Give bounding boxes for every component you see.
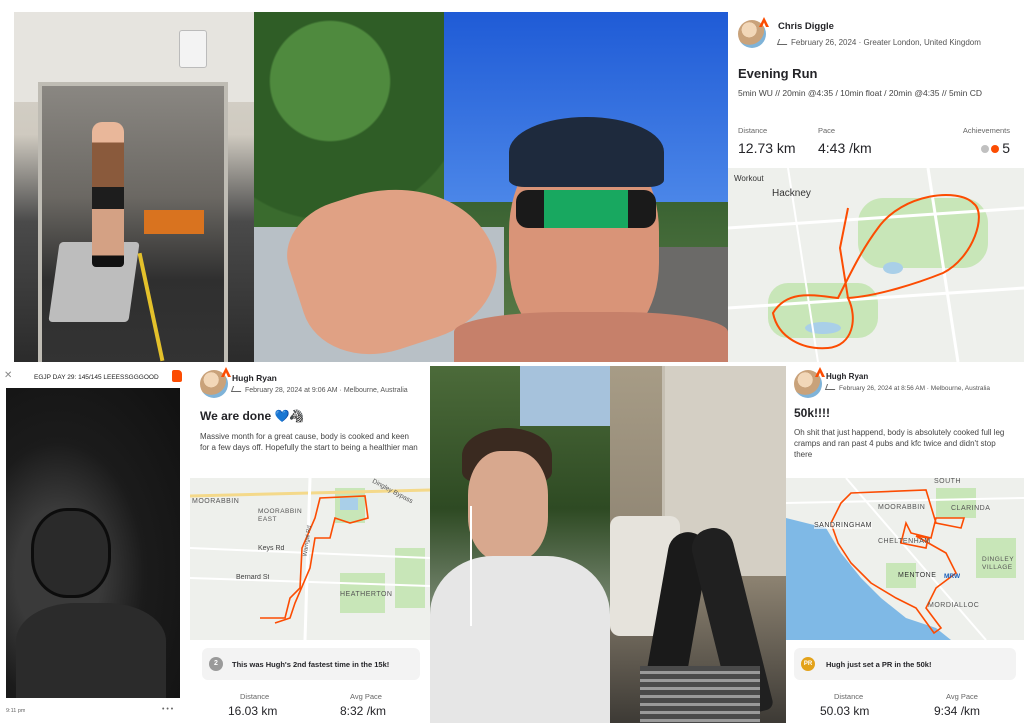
close-icon[interactable]: ✕ [4,370,12,381]
headphones-silhouette [31,508,111,598]
activity-title[interactable]: Evening Run [738,66,817,81]
story-photo-dark-selfie [6,388,180,698]
map-label-cheltenham: CHELTENHAM [878,538,931,545]
athlete-name[interactable]: Hugh Ryan [826,372,868,381]
route-map[interactable]: MOORABBIN MOORABBIN EAST Keys Rd Bernard… [190,478,430,640]
map-label-mrw: MRW [944,573,961,580]
shoulders-silhouette [16,603,166,698]
achievements-count: 5 [1002,140,1010,156]
map-label-keys-rd: Keys Rd [258,545,285,552]
map-label-mentone: MENTONE [898,572,937,579]
recovery-boots-photo [610,366,786,723]
map-label-moorabbin: MOORABBIN [878,504,926,511]
athlete-avatar[interactable] [200,367,231,398]
achievement-banner[interactable]: PR Hugh just set a PR in the 50k! [794,648,1016,680]
achievement-text: Hugh just set a PR in the 50k! [826,660,932,669]
map-road-warrigal [303,478,312,640]
athlete-avatar[interactable] [738,17,769,48]
story-time: 9:11 pm [6,708,26,714]
map-label-clarinda: CLARINDA [951,505,991,512]
achievement-banner[interactable]: 2 This was Hugh's 2nd fastest time in th… [202,648,420,680]
face [468,451,548,561]
gym-mirror-selfie-photo [14,12,254,362]
stat-label-distance: Distance [834,692,864,701]
activity-meta-text: February 26, 2024 at 8:56 AM · Melbourne… [839,385,991,392]
stat-label-distance: Distance [738,126,768,135]
activity-description: Massive month for a great cause, body is… [200,432,418,452]
activity-meta-text: February 26, 2024 · Greater London, Unit… [791,38,981,47]
stat-value-distance: 50.03 km [820,704,870,718]
map-label-bernard-st: Bernard St [236,574,270,581]
route-map[interactable]: Workout Hackney [728,168,1024,362]
map-label-dingley-village: DINGLEY VILLAGE [982,556,1014,571]
activity-meta: February 26, 2024 · Greater London, Unit… [776,38,981,47]
activity-title[interactable]: We are done 💙🦓 [200,409,304,423]
map-road-keys [190,547,430,559]
story-panel[interactable]: ✕ EGJP DAY 29: 145/145 LEEESSGGGOOD 9:11… [0,366,190,723]
athlete-avatar[interactable] [794,367,825,398]
map-label-moorabbin-east: MOORABBIN EAST [258,508,303,523]
map-road-bernard [190,577,430,587]
earphones-selfie-photo [430,366,610,723]
activity-description: Oh shit that just happend, body is absol… [794,428,1005,459]
map-label-hackney: Hackney [772,188,811,199]
activity-title[interactable]: 50k!!!! [794,406,830,420]
shoe-icon [230,386,244,392]
map-label-moorabbin: MOORABBIN [192,498,240,505]
stat-value-distance: 16.03 km [228,704,278,718]
activity-card-evening-run[interactable]: Chris Diggle February 26, 2024 · Greater… [728,12,1024,362]
activity-card-50k[interactable]: Hugh Ryan February 26, 2024 at 8:56 AM ·… [786,366,1024,723]
activity-meta: February 26, 2024 at 8:56 AM · Melbourne… [824,384,991,392]
stat-label-achievements: Achievements [962,126,1010,135]
map-label-heatherton: HEATHERTON [340,591,393,598]
peace-sign-selfie-photo [254,12,728,362]
stat-value-avg-pace: 9:34 /km [934,704,981,718]
striped-blanket [640,666,760,723]
map-road-2 [786,497,1024,504]
stat-value-distance: 12.73 km [738,140,796,156]
map-park-1 [936,488,976,518]
map-park-east [858,198,988,268]
map-lake-east [883,262,903,274]
route-map[interactable]: SOUTH MOORABBIN CLARINDA SANDRINGHAM CHE… [786,478,1024,640]
shoulders [454,312,728,362]
activity-meta: February 28, 2024 at 9:06 AM · Melbourne… [230,386,408,394]
shoe-icon [776,39,790,45]
stat-label-pace: Pace [818,126,836,135]
activity-card-we-are-done[interactable]: Hugh Ryan February 28, 2024 at 9:06 AM ·… [190,366,430,723]
speaker [179,30,207,68]
more-options-icon[interactable]: • • • [162,706,173,713]
sunglasses [516,190,656,228]
map-label-sandringham: SANDRINGHAM [814,522,873,529]
stat-value-pace: 4:43 /km [818,140,872,156]
activity-meta-text: February 28, 2024 at 9:06 AM · Melbourne… [245,387,408,394]
stat-value-avg-pace: 8:32 /km [340,704,387,718]
athlete-name[interactable]: Chris Diggle [778,21,834,32]
earphone-cable [470,506,472,626]
map-label-mordialloc: MORDIALLOC [928,602,980,609]
map-lake [340,498,358,510]
stat-value-achievements: 5 [981,140,1010,156]
silver-medal-icon [981,145,990,153]
person-figure [92,122,124,267]
stat-label-avg-pace: Avg Pace [946,692,978,701]
activity-description: 5min WU // 20min @4:35 / 10min float / 2… [738,88,983,98]
trophy-icon [991,145,1000,153]
orange-bench [144,210,204,234]
story-caption: EGJP DAY 29: 145/145 LEEESSGGGOOD [34,374,159,381]
white-tshirt [430,556,610,723]
silver-medal-icon: 2 [209,657,223,671]
athlete-name[interactable]: Hugh Ryan [232,373,277,383]
thumbs-up-icon[interactable] [172,370,182,382]
sky-patch [520,366,610,426]
map-lake-west [805,322,841,334]
pr-medal-icon: PR [801,657,815,671]
stat-label-avg-pace: Avg Pace [350,692,382,701]
map-workout-tag: Workout [734,174,764,183]
map-label-south: SOUTH [934,478,961,485]
cap [509,117,664,187]
stat-label-distance: Distance [240,692,270,701]
shoe-icon [824,384,838,390]
achievement-text: This was Hugh's 2nd fastest time in the … [232,660,390,669]
